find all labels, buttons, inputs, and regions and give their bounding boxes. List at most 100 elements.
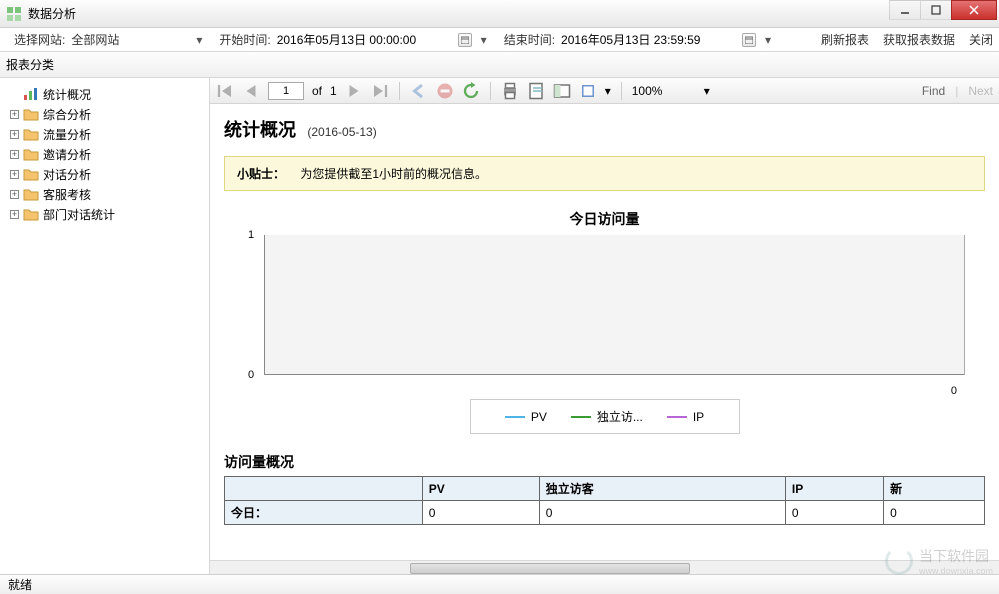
site-value: 全部网站 — [71, 31, 191, 48]
table-cell: 0 — [422, 501, 539, 525]
folder-icon — [23, 167, 39, 181]
zoom-input[interactable] — [632, 84, 702, 98]
visits-chart: 1 0 0 — [264, 235, 965, 385]
legend-swatch — [667, 416, 687, 418]
tree-item-label: 流量分析 — [43, 126, 91, 143]
bar-chart-icon — [23, 87, 39, 101]
zoom-combo[interactable]: ▾ — [632, 84, 710, 98]
tree-item[interactable]: 统计概况 — [4, 84, 205, 104]
tree-item[interactable]: +对话分析 — [4, 164, 205, 184]
print-icon[interactable] — [501, 82, 519, 100]
close-link[interactable]: 关闭 — [969, 31, 993, 48]
status-text: 就绪 — [8, 576, 32, 593]
print-layout-icon[interactable] — [527, 82, 545, 100]
app-icon — [6, 6, 22, 22]
tree-item[interactable]: + 综合分析 — [4, 104, 205, 124]
folder-icon — [23, 127, 39, 141]
legend-item: 独立访... — [571, 408, 643, 425]
separator: | — [955, 84, 958, 98]
table-row: 今日：0000 — [225, 501, 985, 525]
folder-icon — [23, 207, 39, 221]
window-title: 数据分析 — [28, 5, 76, 22]
report-body: 统计概况 (2016-05-13) 小贴士： 为您提供截至1小时前的概况信息。 … — [210, 104, 999, 560]
find-link[interactable]: Find — [922, 84, 945, 98]
tree-item-label: 客服考核 — [43, 186, 91, 203]
report-tree: 统计概况+综合分析+流量分析+邀请分析+对话分析+客服考核+部门对话统计 — [4, 84, 205, 224]
refresh-icon[interactable] — [462, 82, 480, 100]
prev-page-icon[interactable] — [242, 82, 260, 100]
chart-title: 今日访问量 — [224, 209, 985, 229]
tree-item-label: 综合分析 — [43, 106, 91, 123]
table-title: 访问量概况 — [224, 452, 985, 472]
tree-header: 报表分类 — [0, 52, 999, 78]
chevron-down-icon[interactable]: ▾ — [478, 34, 490, 46]
calendar-icon[interactable] — [458, 33, 472, 47]
report-date: (2016-05-13) — [307, 125, 376, 139]
page-setup-icon[interactable] — [553, 82, 571, 100]
site-combo[interactable]: 全部网站 ▾ — [71, 31, 205, 48]
end-time-input[interactable] — [561, 33, 736, 47]
first-page-icon[interactable] — [216, 82, 234, 100]
row-label-cell: 今日： — [225, 501, 423, 525]
folder-icon — [23, 147, 39, 161]
calendar-icon[interactable] — [742, 33, 756, 47]
export-icon[interactable] — [579, 82, 597, 100]
tree-item-label: 统计概况 — [43, 86, 91, 103]
minimize-button[interactable] — [889, 0, 921, 20]
tree-item[interactable]: + 部门对话统计 — [4, 204, 205, 224]
visits-table: PV独立访客IP新今日：0000 — [224, 476, 985, 525]
separator — [621, 82, 622, 100]
y-tick-0: 0 — [248, 369, 254, 381]
refresh-report-link[interactable]: 刷新报表 — [821, 31, 869, 48]
table-header-cell: IP — [785, 477, 883, 501]
close-button[interactable] — [951, 0, 997, 20]
page-input[interactable] — [268, 82, 304, 100]
tip-box: 小贴士： 为您提供截至1小时前的概况信息。 — [224, 156, 985, 191]
scrollbar-thumb[interactable] — [410, 563, 690, 574]
legend-item: PV — [505, 408, 547, 425]
table-cell: 0 — [884, 501, 985, 525]
report-toolbar: of 1 ▾ ▾ Find | Next — [210, 78, 999, 104]
chart-legend: PV独立访...IP — [470, 399, 740, 434]
chevron-down-icon[interactable]: ▾ — [762, 34, 774, 46]
page-of-label: of — [312, 84, 322, 98]
expander-icon[interactable]: + — [10, 190, 19, 199]
sidebar: 统计概况+综合分析+流量分析+邀请分析+对话分析+客服考核+部门对话统计 — [0, 78, 210, 576]
expander-icon[interactable]: + — [10, 110, 19, 119]
back-icon[interactable] — [410, 82, 428, 100]
tree-item[interactable]: +邀请分析 — [4, 144, 205, 164]
tip-text: 为您提供截至1小时前的概况信息。 — [300, 167, 487, 181]
legend-label: 独立访... — [597, 408, 643, 425]
legend-label: PV — [531, 410, 547, 424]
stop-icon[interactable] — [436, 82, 454, 100]
tip-label: 小贴士： — [237, 167, 285, 181]
chart-plot-area — [264, 235, 965, 375]
expander-icon[interactable]: + — [10, 210, 19, 219]
chevron-down-icon: ▾ — [193, 34, 205, 46]
content-pane: of 1 ▾ ▾ Find | Next — [210, 78, 999, 576]
expander-icon[interactable]: + — [10, 130, 19, 139]
find-next-link[interactable]: Next — [968, 84, 993, 98]
window-controls — [890, 0, 997, 20]
site-label: 选择网站: — [14, 31, 65, 48]
fetch-report-link[interactable]: 获取报表数据 — [883, 31, 955, 48]
start-time-input[interactable] — [277, 33, 452, 47]
legend-swatch — [505, 416, 525, 418]
tree-item[interactable]: + 客服考核 — [4, 184, 205, 204]
expander-icon — [10, 90, 19, 99]
expander-icon[interactable]: + — [10, 170, 19, 179]
report-title: 统计概况 — [224, 120, 296, 140]
filterbar: 选择网站: 全部网站 ▾ 开始时间: ▾ 结束时间: ▾ 刷新报表 获取报表数据… — [0, 28, 999, 52]
end-label: 结束时间: — [504, 31, 555, 48]
next-page-icon[interactable] — [345, 82, 363, 100]
last-page-icon[interactable] — [371, 82, 389, 100]
separator — [490, 82, 491, 100]
table-header-cell: PV — [422, 477, 539, 501]
tree-item[interactable]: + 流量分析 — [4, 124, 205, 144]
page-total: 1 — [330, 84, 337, 98]
expander-icon[interactable]: + — [10, 150, 19, 159]
tree-item-label: 部门对话统计 — [43, 206, 115, 223]
maximize-button[interactable] — [920, 0, 952, 20]
titlebar: 数据分析 — [0, 0, 999, 28]
chevron-down-icon[interactable]: ▾ — [605, 84, 611, 98]
